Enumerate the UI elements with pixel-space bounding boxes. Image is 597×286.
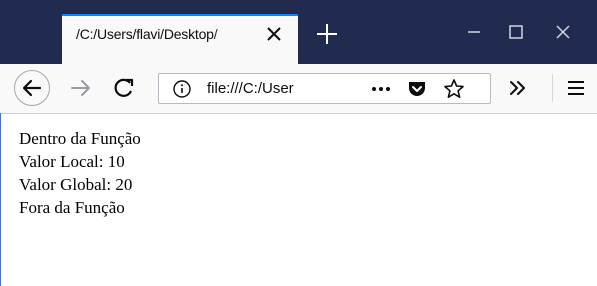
toolbar-separator <box>552 74 553 102</box>
ellipsis-icon[interactable] <box>369 79 393 99</box>
text-line: Dentro da Função <box>19 129 141 148</box>
close-window-icon[interactable] <box>551 20 575 44</box>
navigation-toolbar: file:///C:/User <box>0 64 597 114</box>
address-bar[interactable]: file:///C:/User <box>158 73 491 104</box>
url-fade <box>299 74 339 103</box>
back-arrow-icon <box>22 79 42 97</box>
forward-arrow-icon[interactable] <box>65 72 97 104</box>
info-icon[interactable] <box>172 79 192 99</box>
reload-icon[interactable] <box>108 72 140 104</box>
maximize-icon[interactable] <box>504 20 528 44</box>
star-icon[interactable] <box>442 77 466 101</box>
text-line: Valor Local: 10 <box>19 152 125 171</box>
browser-tab[interactable]: /C:/Users/flavi/Desktop/ <box>62 14 298 65</box>
hamburger-menu-icon[interactable] <box>560 72 592 104</box>
title-bar: /C:/Users/flavi/Desktop/ <box>0 0 597 65</box>
window-edge <box>0 113 1 286</box>
chevron-double-right-icon[interactable] <box>502 72 534 104</box>
plus-icon[interactable] <box>313 20 341 48</box>
close-icon[interactable] <box>262 22 286 46</box>
text-line: Fora da Função <box>19 198 125 217</box>
tab-title-fade <box>212 23 246 45</box>
tab-active-indicator <box>62 14 298 16</box>
back-button[interactable] <box>14 70 50 106</box>
text-line: Valor Global: 20 <box>19 175 133 194</box>
page-content: Dentro da Função Valor Local: 10 Valor G… <box>19 127 579 219</box>
pocket-icon[interactable] <box>406 78 428 100</box>
minimize-icon[interactable] <box>462 20 486 44</box>
